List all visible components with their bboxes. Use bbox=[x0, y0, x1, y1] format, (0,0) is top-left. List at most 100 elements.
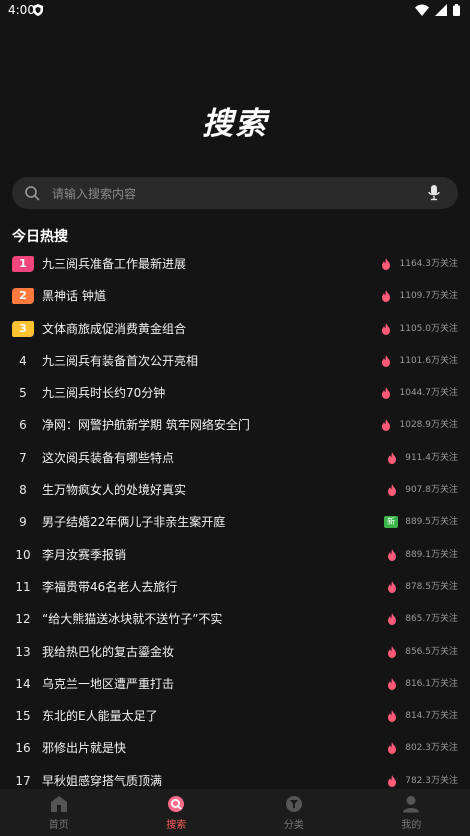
flame-icon bbox=[382, 290, 390, 303]
section-title: 今日热搜 bbox=[12, 229, 68, 245]
hot-search-item[interactable]: 12 “给大熊猫送冰块就不送竹子”不实 865.7万关注 bbox=[0, 603, 470, 635]
hot-search-item[interactable]: 10 李月汝赛季报销 889.1万关注 bbox=[0, 539, 470, 571]
wifi-icon bbox=[415, 4, 429, 16]
hot-search-item[interactable]: 9 男子结婚22年俩儿子非亲生案开庭 889.5万关注新 bbox=[0, 506, 470, 538]
follow-count: 907.8万关注 bbox=[405, 485, 458, 496]
nav-label: 我的 bbox=[401, 819, 422, 831]
hot-search-item[interactable]: 3 文体商旅成促消费黄金组合 1105.0万关注 bbox=[0, 313, 470, 345]
follow-count: 911.4万关注 bbox=[405, 452, 458, 463]
follow-count: 1109.7万关注 bbox=[399, 291, 459, 302]
nav-label: 分类 bbox=[283, 819, 304, 831]
hot-search-title: 九三阅兵有装备首次公开亮相 bbox=[42, 353, 199, 368]
hot-search-item[interactable]: 11 李福贵带46名老人去旅行 878.5万关注 bbox=[0, 571, 470, 603]
nav-item-profile[interactable]: 我的 bbox=[353, 789, 470, 836]
search-input[interactable]: 请输入搜索内容 bbox=[52, 185, 428, 202]
flame-icon bbox=[388, 451, 396, 464]
hot-search-item[interactable]: 8 生万物疯女人的处境好真实 907.8万关注 bbox=[0, 474, 470, 506]
page-title: 搜索 bbox=[202, 106, 268, 142]
hot-search-item[interactable]: 5 九三阅兵时长约70分钟 1044.7万关注 bbox=[0, 377, 470, 409]
follow-count: 878.5万关注 bbox=[405, 581, 458, 592]
rank-badge: 2 bbox=[12, 288, 34, 305]
home-icon bbox=[50, 795, 67, 812]
hot-search-title: 黑神话 钟馗 bbox=[42, 289, 106, 304]
hot-search-title: 邪修出片就是快 bbox=[42, 741, 127, 756]
nav-item-search[interactable]: 搜索 bbox=[118, 789, 236, 836]
rank-number: 4 bbox=[19, 353, 27, 368]
category-icon bbox=[285, 795, 302, 812]
follow-count: 889.5万关注 bbox=[405, 517, 458, 528]
flame-icon bbox=[388, 774, 396, 787]
rank-number: 5 bbox=[19, 386, 27, 401]
profile-icon bbox=[403, 795, 420, 812]
search-icon bbox=[168, 795, 185, 812]
hot-search-item[interactable]: 13 我给热巴化的复古鎏金妆 856.5万关注 bbox=[0, 636, 470, 668]
follow-count: 1164.3万关注 bbox=[399, 259, 459, 269]
follow-count: 856.5万关注 bbox=[405, 646, 458, 657]
nav-item-category[interactable]: 分类 bbox=[235, 789, 353, 836]
hot-search-title: 男子结婚22年俩儿子非亲生案开庭 bbox=[42, 515, 226, 530]
hot-search-title: 文体商旅成促消费黄金组合 bbox=[42, 321, 187, 336]
hot-search-title: 九三阅兵准备工作最新进展 bbox=[42, 257, 187, 271]
follow-count: 1028.9万关注 bbox=[399, 420, 459, 431]
hot-search-item[interactable]: 2 黑神话 钟馗 1109.7万关注 bbox=[0, 280, 470, 312]
hot-search-title: 李福贵带46名老人去旅行 bbox=[42, 579, 178, 594]
hot-search-item[interactable]: 16 邪修出片就是快 802.3万关注 bbox=[0, 732, 470, 764]
flame-icon bbox=[382, 322, 390, 335]
rank-badge: 1 bbox=[12, 256, 34, 272]
follow-count: 865.7万关注 bbox=[405, 614, 458, 625]
flame-icon bbox=[388, 613, 396, 626]
hot-search-item[interactable]: 15 东北的E人能量太足了 814.7万关注 bbox=[0, 700, 470, 732]
search-bar[interactable]: 请输入搜索内容 bbox=[12, 177, 458, 209]
rank-number: 9 bbox=[19, 515, 27, 530]
rank-number: 13 bbox=[15, 644, 31, 659]
rank-number: 16 bbox=[15, 741, 31, 756]
hot-search-title: 这次阅兵装备有哪些特点 bbox=[42, 450, 175, 465]
shield-icon bbox=[33, 4, 43, 16]
flame-icon bbox=[382, 387, 390, 400]
hot-search-list: 1 九三阅兵准备工作最新进展 1164.3万关注 2 黑神话 钟馗 1109.7万关注 3 文… bbox=[0, 248, 470, 797]
flame-icon bbox=[388, 710, 396, 723]
flame-icon bbox=[382, 354, 390, 367]
rank-number: 6 bbox=[19, 418, 27, 433]
flame-icon bbox=[382, 258, 390, 270]
rank-number: 17 bbox=[15, 773, 31, 788]
bottom-nav: 首页 搜索 分类 我的 bbox=[0, 789, 470, 836]
status-bar: 4:00 bbox=[0, 0, 470, 22]
hot-search-title: 九三阅兵时长约70分钟 bbox=[42, 386, 166, 401]
hot-search-item[interactable]: 14 乌克兰一地区遭严重打击 816.1万关注 bbox=[0, 668, 470, 700]
rank-number: 14 bbox=[15, 676, 31, 691]
new-icon: 新 bbox=[384, 516, 398, 529]
hot-search-title: 净网：网警护航新学期 筑牢网络安全门 bbox=[42, 418, 250, 433]
rank-number: 8 bbox=[19, 483, 27, 498]
rank-badge: 3 bbox=[12, 320, 34, 337]
rank-number: 15 bbox=[15, 709, 31, 724]
hot-search-title: 李月汝赛季报销 bbox=[42, 547, 127, 562]
nav-label: 搜索 bbox=[166, 819, 187, 831]
battery-icon bbox=[453, 4, 460, 16]
hot-search-title: 早秋姐感穿搭气质顶满 bbox=[42, 773, 163, 788]
follow-count: 782.3万关注 bbox=[405, 775, 458, 786]
follow-count: 802.3万关注 bbox=[405, 743, 458, 754]
hot-search-item[interactable]: 1 九三阅兵准备工作最新进展 1164.3万关注 bbox=[0, 248, 470, 280]
hot-search-item[interactable]: 7 这次阅兵装备有哪些特点 911.4万关注 bbox=[0, 442, 470, 474]
nav-label: 首页 bbox=[48, 819, 69, 831]
follow-count: 816.1万关注 bbox=[405, 678, 458, 689]
flame-icon bbox=[388, 580, 396, 593]
hot-search-title: 生万物疯女人的处境好真实 bbox=[42, 483, 187, 498]
follow-count: 889.1万关注 bbox=[405, 549, 458, 560]
nav-item-home[interactable]: 首页 bbox=[0, 789, 118, 836]
flame-icon bbox=[388, 548, 396, 561]
signal-icon bbox=[435, 4, 447, 16]
hot-search-title: 东北的E人能量太足了 bbox=[42, 709, 158, 724]
hot-search-item[interactable]: 4 九三阅兵有装备首次公开亮相 1101.6万关注 bbox=[0, 345, 470, 377]
flame-icon bbox=[388, 677, 396, 690]
rank-number: 7 bbox=[19, 450, 27, 465]
follow-count: 814.7万关注 bbox=[405, 711, 458, 722]
flame-icon bbox=[382, 419, 390, 432]
hot-search-title: 我给热巴化的复古鎏金妆 bbox=[42, 644, 175, 659]
rank-number: 11 bbox=[15, 579, 31, 594]
microphone-icon[interactable] bbox=[428, 185, 440, 201]
hot-search-item[interactable]: 6 净网：网警护航新学期 筑牢网络安全门 1028.9万关注 bbox=[0, 409, 470, 441]
status-time: 4:00 bbox=[8, 3, 35, 17]
rank-number: 10 bbox=[15, 547, 31, 562]
